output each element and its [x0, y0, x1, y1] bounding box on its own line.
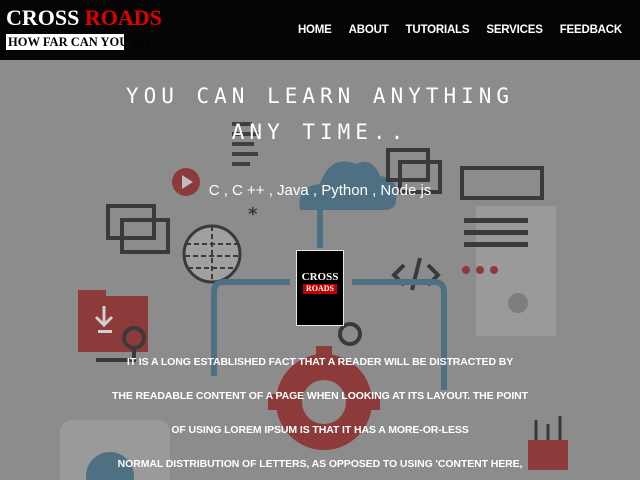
code-brackets-icon	[391, 257, 441, 291]
server-icon	[462, 206, 556, 336]
left-windows-icon	[106, 204, 170, 254]
hero-paragraph-line: IT IS A LONG ESTABLISHED FACT THAT A REA…	[126, 356, 514, 368]
site-logo[interactable]: CROSS ROADS HOW FAR CAN YOU GO	[6, 5, 162, 50]
folder-icon	[78, 290, 148, 352]
hero-section: * YOU CAN LEARN ANYTHING ANY TIME.. C , …	[0, 60, 640, 480]
center-logo-badge: CROSS ROADS	[296, 250, 344, 326]
hero-paragraph-line: NORMAL DISTRIBUTION OF LETTERS, AS OPPOS…	[117, 458, 523, 470]
hero-paragraph-line: OF USING LOREM IPSUM IS THAT IT HAS A MO…	[171, 424, 469, 436]
logo-word-cross: CROSS	[6, 5, 80, 30]
nav-link-tutorials[interactable]: TUTORIALS	[406, 24, 470, 36]
hero-paragraph-line: THE READABLE CONTENT OF A PAGE WHEN LOOK…	[112, 390, 528, 402]
top-navbar: CROSS ROADS HOW FAR CAN YOU GO HOME ABOU…	[0, 0, 640, 60]
globe-icon	[182, 224, 242, 284]
logo-tagline: HOW FAR CAN YOU GO	[6, 34, 151, 50]
center-logo-word1: CROSS	[301, 271, 339, 283]
nav-link-about[interactable]: ABOUT	[349, 24, 389, 36]
hero-headline-line1: YOU CAN LEARN ANYTHING	[125, 84, 515, 108]
nav-link-home[interactable]: HOME	[298, 24, 332, 36]
small-node-icon	[338, 322, 362, 346]
center-logo-word2: ROADS	[303, 284, 337, 294]
nav-link-feedback[interactable]: FEEDBACK	[560, 24, 622, 36]
nav-link-services[interactable]: SERVICES	[486, 24, 543, 36]
logo-title: CROSS ROADS	[6, 5, 162, 30]
logo-word-roads: ROADS	[84, 5, 162, 30]
nav-menu: HOME ABOUT TUTORIALS SERVICES FEEDBACK	[298, 0, 640, 60]
asterisk-icon: *	[248, 204, 258, 225]
hero-headline-line2: ANY TIME..	[231, 120, 409, 144]
hero-languages: C , C ++ , Java , Python , Node js	[208, 182, 432, 199]
